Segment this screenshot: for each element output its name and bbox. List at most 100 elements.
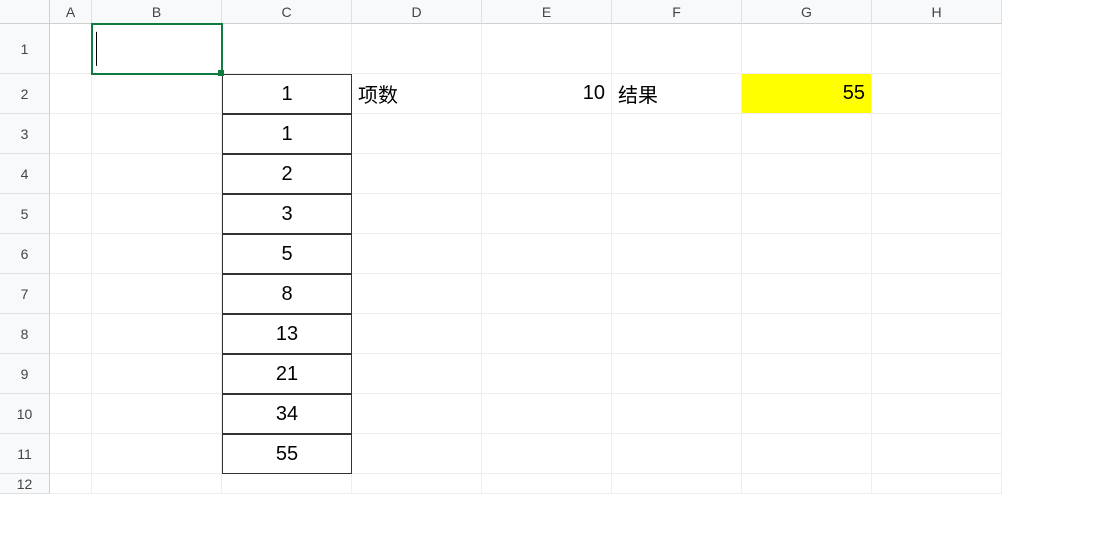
cell-E12[interactable] [482,474,612,494]
cell-G12[interactable] [742,474,872,494]
cell-G1[interactable] [742,24,872,74]
cell-C10[interactable]: 34 [222,394,352,434]
cell-G3[interactable] [742,114,872,154]
cell-C6[interactable]: 5 [222,234,352,274]
cell-G4[interactable] [742,154,872,194]
cell-F3[interactable] [612,114,742,154]
cell-D2[interactable]: 项数 [352,74,482,114]
cell-B5[interactable] [92,194,222,234]
cell-B10[interactable] [92,394,222,434]
cell-H8[interactable] [872,314,1002,354]
cell-B8[interactable] [92,314,222,354]
cell-D12[interactable] [352,474,482,494]
cell-C8[interactable]: 13 [222,314,352,354]
select-all-corner[interactable] [0,0,50,24]
col-header-D[interactable]: D [352,0,482,24]
cell-F10[interactable] [612,394,742,434]
cell-A4[interactable] [50,154,92,194]
row-header-7[interactable]: 7 [0,274,50,314]
cell-F6[interactable] [612,234,742,274]
cell-F1[interactable] [612,24,742,74]
cell-F5[interactable] [612,194,742,234]
cell-A8[interactable] [50,314,92,354]
cell-H1[interactable] [872,24,1002,74]
cell-F4[interactable] [612,154,742,194]
cell-H5[interactable] [872,194,1002,234]
col-header-A[interactable]: A [50,0,92,24]
cell-H9[interactable] [872,354,1002,394]
cell-H4[interactable] [872,154,1002,194]
cell-B4[interactable] [92,154,222,194]
cell-C9[interactable]: 21 [222,354,352,394]
cell-B7[interactable] [92,274,222,314]
cell-A5[interactable] [50,194,92,234]
cell-D1[interactable] [352,24,482,74]
cell-C2[interactable]: 1 [222,74,352,114]
cell-E4[interactable] [482,154,612,194]
cell-E2[interactable]: 10 [482,74,612,114]
cell-A10[interactable] [50,394,92,434]
cell-F8[interactable] [612,314,742,354]
row-header-8[interactable]: 8 [0,314,50,354]
col-header-H[interactable]: H [872,0,1002,24]
cell-A2[interactable] [50,74,92,114]
cell-A9[interactable] [50,354,92,394]
cell-A1[interactable] [50,24,92,74]
row-header-6[interactable]: 6 [0,234,50,274]
cell-H12[interactable] [872,474,1002,494]
row-header-9[interactable]: 9 [0,354,50,394]
cell-D10[interactable] [352,394,482,434]
col-header-G[interactable]: G [742,0,872,24]
cell-B3[interactable] [92,114,222,154]
cell-C12[interactable] [222,474,352,494]
row-header-1[interactable]: 1 [0,24,50,74]
row-header-4[interactable]: 4 [0,154,50,194]
cell-D6[interactable] [352,234,482,274]
cell-C7[interactable]: 8 [222,274,352,314]
row-header-12[interactable]: 12 [0,474,50,494]
cell-E10[interactable] [482,394,612,434]
cell-F11[interactable] [612,434,742,474]
cell-C11[interactable]: 55 [222,434,352,474]
cell-E7[interactable] [482,274,612,314]
cell-D5[interactable] [352,194,482,234]
cell-H11[interactable] [872,434,1002,474]
row-header-5[interactable]: 5 [0,194,50,234]
cell-B2[interactable] [92,74,222,114]
cell-F7[interactable] [612,274,742,314]
cell-A6[interactable] [50,234,92,274]
cell-B1[interactable] [92,24,222,74]
cell-H3[interactable] [872,114,1002,154]
cell-H10[interactable] [872,394,1002,434]
cell-G9[interactable] [742,354,872,394]
cell-G2[interactable]: 55 [742,74,872,114]
cell-A12[interactable] [50,474,92,494]
cell-C5[interactable]: 3 [222,194,352,234]
cell-B11[interactable] [92,434,222,474]
cell-G11[interactable] [742,434,872,474]
cell-D11[interactable] [352,434,482,474]
cell-A11[interactable] [50,434,92,474]
cell-E5[interactable] [482,194,612,234]
cell-E8[interactable] [482,314,612,354]
cell-G7[interactable] [742,274,872,314]
cell-E11[interactable] [482,434,612,474]
cell-D8[interactable] [352,314,482,354]
cell-H2[interactable] [872,74,1002,114]
col-header-C[interactable]: C [222,0,352,24]
col-header-F[interactable]: F [612,0,742,24]
row-header-11[interactable]: 11 [0,434,50,474]
cell-D4[interactable] [352,154,482,194]
cell-G5[interactable] [742,194,872,234]
cell-B6[interactable] [92,234,222,274]
cell-A3[interactable] [50,114,92,154]
row-header-2[interactable]: 2 [0,74,50,114]
cell-E6[interactable] [482,234,612,274]
cell-B12[interactable] [92,474,222,494]
cell-H6[interactable] [872,234,1002,274]
cell-D9[interactable] [352,354,482,394]
cell-G6[interactable] [742,234,872,274]
cell-E1[interactable] [482,24,612,74]
cell-C3[interactable]: 1 [222,114,352,154]
cell-A7[interactable] [50,274,92,314]
